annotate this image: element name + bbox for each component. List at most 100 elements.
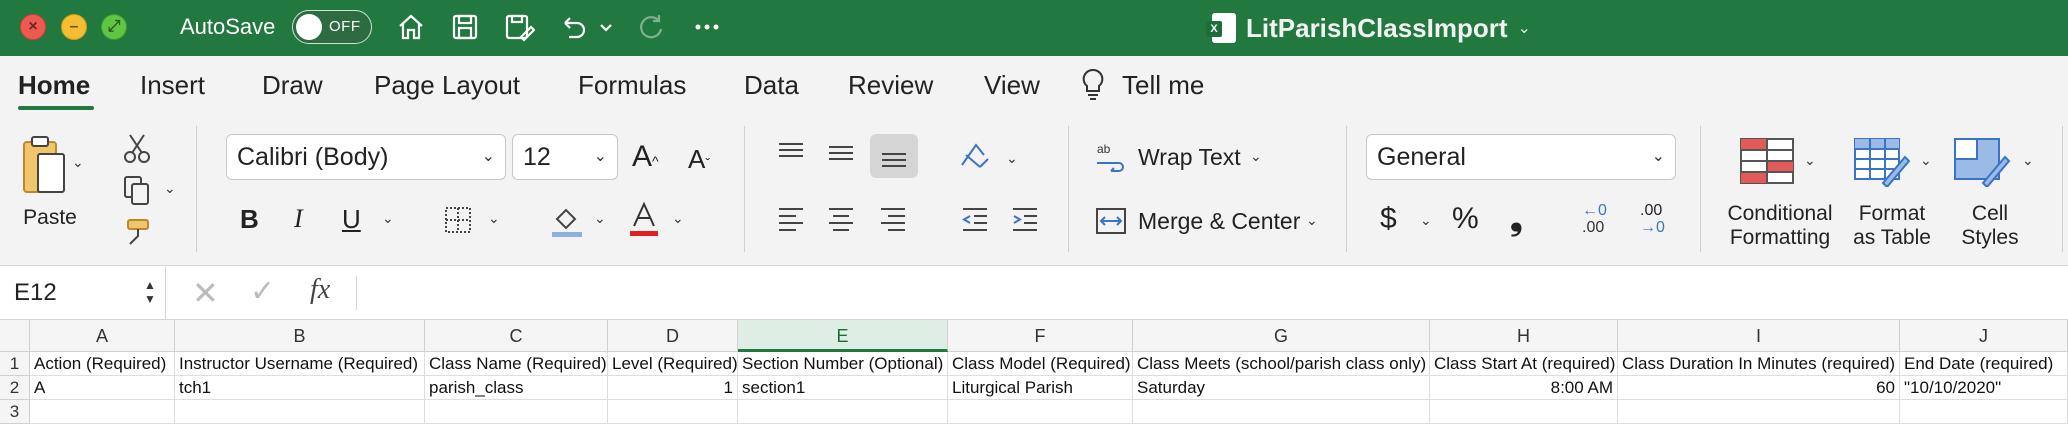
row-header-3[interactable]: 3	[0, 400, 30, 424]
copy-icon[interactable]	[120, 172, 154, 208]
cell-e1[interactable]: Section Number (Optional)	[738, 352, 948, 376]
tab-data[interactable]: Data	[744, 68, 799, 102]
cell-j2[interactable]: "10/10/2020"	[1900, 376, 2068, 400]
orientation-options-icon[interactable]: ⌄	[1006, 150, 1018, 167]
close-window-button[interactable]: ×	[20, 14, 46, 40]
underline-options-icon[interactable]: ⌄	[382, 210, 394, 227]
cell-b1[interactable]: Instructor Username (Required)	[175, 352, 425, 376]
more-icon[interactable]	[688, 8, 726, 46]
font-size-select[interactable]: 12 ⌄	[512, 134, 618, 180]
comma-style-button[interactable]: ❟	[1510, 200, 1523, 238]
redo-icon[interactable]	[632, 8, 670, 46]
copy-options-icon[interactable]: ⌄	[164, 180, 176, 197]
cell-b2[interactable]: tch1	[175, 376, 425, 400]
paste-options-icon[interactable]: ⌄	[72, 154, 84, 171]
column-header-b[interactable]: B	[175, 320, 425, 352]
cell-styles-icon[interactable]	[1952, 136, 2012, 188]
paste-icon[interactable]	[20, 132, 68, 202]
home-icon[interactable]	[392, 8, 430, 46]
font-color-icon[interactable]	[626, 200, 662, 238]
column-header-c[interactable]: C	[425, 320, 608, 352]
italic-button[interactable]: I	[294, 204, 303, 234]
tab-insert[interactable]: Insert	[140, 68, 205, 102]
column-header-e[interactable]: E	[738, 320, 948, 352]
cell-b3[interactable]	[175, 400, 425, 424]
merge-center-button[interactable]: Merge & Center	[1138, 208, 1300, 235]
cell-h3[interactable]	[1430, 400, 1618, 424]
cell-c2[interactable]: parish_class	[425, 376, 608, 400]
undo-dropdown-icon[interactable]	[594, 8, 618, 46]
align-middle-icon[interactable]	[824, 138, 858, 168]
minimize-window-button[interactable]: –	[61, 14, 87, 40]
format-as-table-label[interactable]: Format as Table	[1844, 202, 1940, 250]
cell-i2[interactable]: 60	[1618, 376, 1900, 400]
align-top-icon[interactable]	[774, 138, 808, 168]
cell-c1[interactable]: Class Name (Required)	[425, 352, 608, 376]
document-title[interactable]: LitParishClassImport ⌄	[1206, 10, 1531, 46]
wrap-text-button[interactable]: Wrap Text	[1138, 144, 1241, 171]
column-header-g[interactable]: G	[1133, 320, 1430, 352]
cell-c3[interactable]	[425, 400, 608, 424]
tab-draw[interactable]: Draw	[262, 68, 323, 102]
cell-i1[interactable]: Class Duration In Minutes (required)	[1618, 352, 1900, 376]
column-header-h[interactable]: H	[1430, 320, 1618, 352]
wrap-text-icon[interactable]: ab	[1094, 140, 1128, 174]
cell-h1[interactable]: Class Start At (required)	[1430, 352, 1618, 376]
format-painter-icon[interactable]	[120, 214, 154, 250]
align-left-icon[interactable]	[774, 204, 808, 234]
cell-f2[interactable]: Liturgical Parish	[948, 376, 1133, 400]
insert-function-icon[interactable]: fx	[310, 274, 330, 306]
spreadsheet-grid[interactable]: A B C D E F G H I J 1 Action (Required) Instructor U…	[0, 320, 2068, 432]
cell-e2[interactable]: section1	[738, 376, 948, 400]
cell-i3[interactable]	[1618, 400, 1900, 424]
underline-button[interactable]: U	[342, 204, 361, 235]
cell-j1[interactable]: End Date (required)	[1900, 352, 2068, 376]
borders-icon[interactable]	[442, 204, 474, 236]
tab-view[interactable]: View	[984, 68, 1040, 102]
currency-button[interactable]: $	[1380, 202, 1397, 236]
cell-d1[interactable]: Level (Required)	[608, 352, 738, 376]
align-center-icon[interactable]	[824, 204, 858, 234]
wrap-text-options-icon[interactable]: ⌄	[1250, 148, 1262, 165]
decrease-indent-icon[interactable]	[958, 204, 992, 234]
select-all-corner[interactable]	[0, 320, 30, 352]
row-header-2[interactable]: 2	[0, 376, 30, 400]
cut-icon[interactable]	[120, 130, 154, 166]
autosave-toggle[interactable]: OFF	[292, 10, 372, 44]
format-as-table-options-icon[interactable]: ⌄	[1920, 152, 1932, 169]
tab-page-layout[interactable]: Page Layout	[374, 68, 520, 102]
decrease-font-size-button[interactable]: Aˇ	[688, 144, 710, 175]
format-as-table-icon[interactable]	[1852, 136, 1912, 188]
cell-g3[interactable]	[1133, 400, 1430, 424]
fill-color-icon[interactable]	[548, 202, 584, 238]
cell-f3[interactable]	[948, 400, 1133, 424]
number-format-select[interactable]: General ⌄	[1366, 134, 1676, 180]
confirm-entry-icon[interactable]: ✓	[250, 274, 275, 309]
column-header-d[interactable]: D	[608, 320, 738, 352]
tab-formulas[interactable]: Formulas	[578, 68, 686, 102]
column-header-a[interactable]: A	[30, 320, 175, 352]
increase-font-size-button[interactable]: A^	[632, 140, 659, 174]
percent-button[interactable]: %	[1452, 202, 1479, 236]
align-right-icon[interactable]	[876, 204, 910, 234]
conditional-formatting-label[interactable]: Conditional Formatting	[1722, 202, 1838, 250]
fullscreen-window-button[interactable]: ⤢	[101, 14, 127, 40]
cell-a1[interactable]: Action (Required)	[30, 352, 175, 376]
column-header-j[interactable]: J	[1900, 320, 2068, 352]
cell-g2[interactable]: Saturday	[1133, 376, 1430, 400]
currency-options-icon[interactable]: ⌄	[1420, 212, 1432, 229]
conditional-formatting-options-icon[interactable]: ⌄	[1804, 152, 1816, 169]
cell-h2[interactable]: 8:00 AM	[1430, 376, 1618, 400]
cell-d2[interactable]: 1	[608, 376, 738, 400]
column-header-i[interactable]: I	[1618, 320, 1900, 352]
cell-a2[interactable]: A	[30, 376, 175, 400]
save-as-icon[interactable]	[500, 8, 538, 46]
tell-me-search[interactable]: Tell me	[1122, 68, 1204, 102]
save-icon[interactable]	[446, 8, 484, 46]
name-box[interactable]: E12	[0, 266, 166, 320]
cell-a3[interactable]	[30, 400, 175, 424]
cell-d3[interactable]	[608, 400, 738, 424]
align-bottom-icon[interactable]	[870, 134, 918, 178]
row-header-1[interactable]: 1	[0, 352, 30, 376]
cell-g1[interactable]: Class Meets (school/parish class only)	[1133, 352, 1430, 376]
